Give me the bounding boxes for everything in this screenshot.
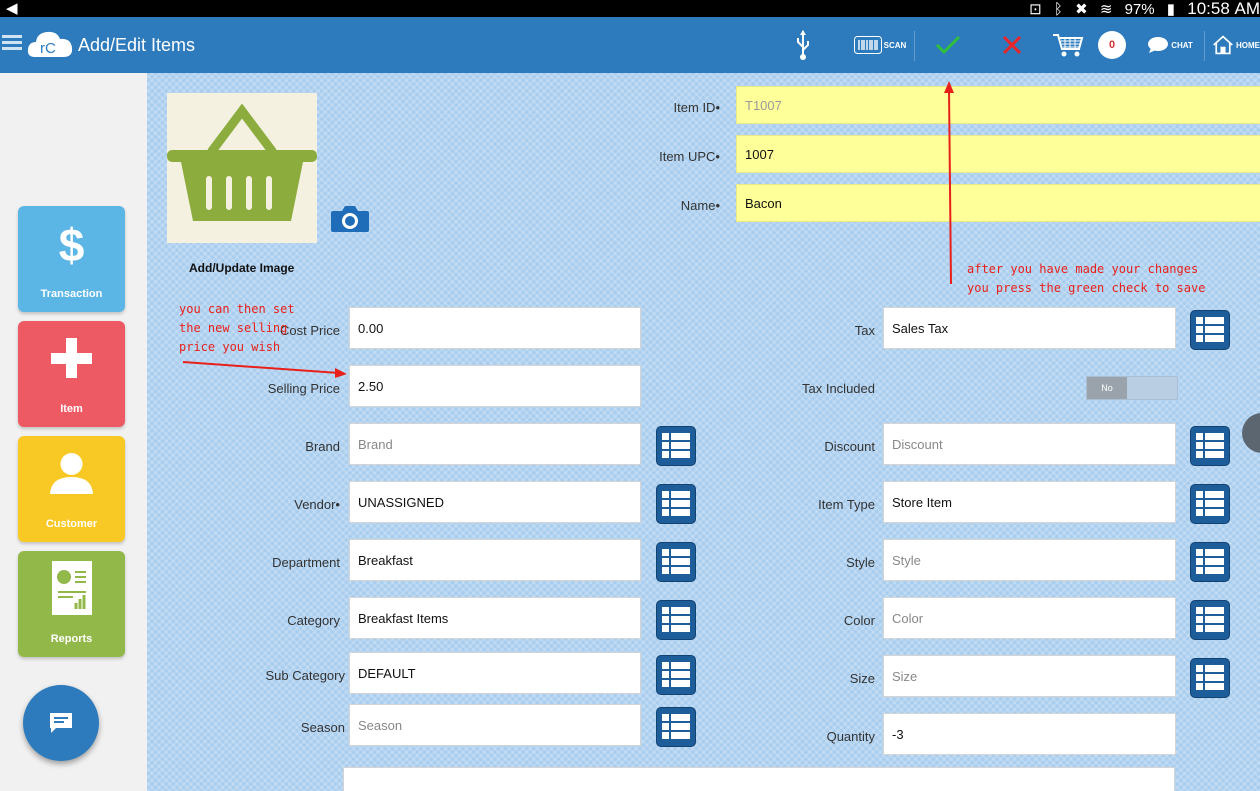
app-logo: rC <box>27 31 73 57</box>
home-icon <box>1213 35 1233 55</box>
sidebar-item-label: Transaction <box>40 288 103 300</box>
sidebar: $ Transaction Item Customer Reports <box>0 73 147 791</box>
home-button[interactable]: HOME <box>1212 17 1260 73</box>
cart-count-badge[interactable]: 0 <box>1098 17 1126 73</box>
person-icon <box>50 453 93 494</box>
divider <box>1204 31 1205 61</box>
clock: 10:58 AM <box>1187 0 1260 18</box>
cancel-button[interactable] <box>996 17 1028 73</box>
bluetooth-icon: ᛒ <box>1053 1 1063 18</box>
item-form: Add/Update Image Item ID• Item UPC• Name… <box>147 73 1260 791</box>
wifi-icon: ≋ <box>1099 1 1113 18</box>
plus-icon <box>51 338 92 378</box>
divider <box>914 31 915 61</box>
scan-button[interactable]: SCAN <box>850 17 910 73</box>
mute-icon: ✖ <box>1075 1 1088 18</box>
menu-icon[interactable] <box>2 35 22 53</box>
message-icon <box>50 713 72 733</box>
cart-button[interactable] <box>1050 17 1086 73</box>
sidebar-item-reports[interactable]: Reports <box>18 551 125 657</box>
chat-label: CHAT <box>1171 40 1193 50</box>
annotation-arrows <box>182 81 954 378</box>
chat-bubble-icon <box>1148 37 1169 53</box>
status-bar: ◀ ⊡ ᛒ ✖ ≋ 97% ▮ 10:58 AM <box>0 0 1260 18</box>
cast-icon: ⊡ <box>1029 1 1042 18</box>
sidebar-item-customer[interactable]: Customer <box>18 436 125 542</box>
barcode-icon <box>853 36 882 54</box>
sidebar-item-transaction[interactable]: $ Transaction <box>18 206 125 312</box>
chat-button[interactable]: CHAT <box>1142 17 1198 73</box>
report-icon <box>52 561 92 615</box>
back-nav-icon[interactable]: ◀ <box>6 0 18 17</box>
app-header: rC Add/Edit Items SCAN 0 CHAT HOME <box>0 17 1260 73</box>
sidebar-item-label: Item <box>60 403 83 415</box>
usb-button[interactable] <box>788 17 818 73</box>
scan-label: SCAN <box>883 40 907 50</box>
battery-icon: ▮ <box>1166 1 1176 18</box>
svg-text:rC: rC <box>40 40 56 57</box>
usb-icon <box>797 30 809 60</box>
cart-icon <box>1053 34 1084 57</box>
sidebar-item-item[interactable]: Item <box>18 321 125 427</box>
battery-level: 97% <box>1124 1 1155 18</box>
sidebar-item-label: Reports <box>50 633 93 645</box>
check-icon <box>935 35 961 55</box>
close-icon <box>1002 35 1022 55</box>
chat-fab[interactable] <box>23 685 99 761</box>
home-label: HOME <box>1236 40 1260 50</box>
page-title: Add/Edit Items <box>78 35 196 55</box>
save-button[interactable] <box>930 17 966 73</box>
dollar-icon: $ <box>58 219 85 271</box>
sidebar-item-label: Customer <box>45 518 98 530</box>
